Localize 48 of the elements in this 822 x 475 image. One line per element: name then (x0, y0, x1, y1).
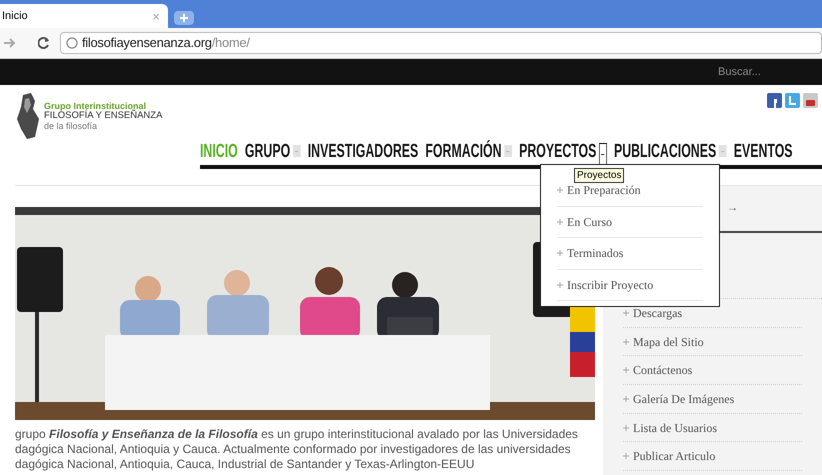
sidebar-link[interactable]: Publicar Articulo (623, 442, 802, 472)
nav-link[interactable]: EVENTOS (734, 142, 793, 160)
address-bar[interactable]: filosofiayensenanza.org/home/ (60, 32, 822, 54)
new-tab-button[interactable] (174, 11, 194, 25)
tooltip: Proyectos (574, 168, 624, 183)
dropdown-toggle-icon[interactable] (599, 143, 607, 165)
nav-link[interactable]: FORMACIÓN (425, 142, 502, 160)
intro-paragraph: grupo Filosofía y Enseñanza de la Filosofía es un grupo interinstitucional avalado por las Universidades dagógica Nacional, Antioquia y Cauca. Actualmente conformado por investigadores de las universidades dagógica Nacional, Antioquia, Cauca, Industrial de Santander y Texas-Arlington-EEUU (15, 427, 579, 472)
nav-link[interactable]: GRUPO (244, 142, 290, 160)
plus-icon (623, 310, 629, 316)
statue-logo-icon (15, 93, 41, 139)
sidebar-link[interactable]: Lista de Usuarios (623, 414, 802, 442)
nav-link[interactable]: INVESTIGADORES (308, 142, 418, 160)
plus-icon (623, 453, 629, 460)
tab-title: Inicio (2, 8, 28, 24)
sidebar-link[interactable]: Mapa del Sitio (623, 328, 802, 356)
plus-icon (623, 338, 629, 345)
dropdown-item[interactable]: Inscribir Proyecto (557, 270, 703, 301)
twitter-icon[interactable] (785, 93, 800, 108)
dropdown-toggle-icon[interactable] (292, 145, 301, 157)
forward-icon[interactable] (4, 38, 16, 48)
dropdown-toggle-icon[interactable] (504, 145, 512, 157)
plus-icon (623, 396, 629, 402)
sidebar-link[interactable]: Galería De Imágenes (623, 385, 802, 414)
logo-tagline: de la filosofía (44, 121, 98, 131)
logo-title: FILOSOFÍA Y ENSEÑANZA (44, 111, 162, 121)
dropdown-item[interactable]: Terminados (557, 238, 703, 270)
logo-subtitle: Grupo Interinstitucional (44, 101, 146, 111)
nav-link[interactable]: PROYECTOS (519, 142, 596, 160)
plus-icon (557, 282, 563, 288)
nav-link[interactable]: PUBLICACIONES (614, 142, 716, 160)
dropdown-toggle-icon[interactable] (718, 145, 727, 157)
youtube-icon[interactable] (803, 93, 818, 108)
arrow-text: → (727, 201, 738, 216)
facebook-icon[interactable] (767, 93, 782, 108)
reload-icon[interactable] (38, 37, 50, 49)
globe-icon (66, 37, 78, 49)
plus-icon (557, 187, 563, 194)
sidebar-link[interactable]: Contáctenos (623, 356, 802, 386)
plus-icon (180, 14, 188, 22)
browser-tab[interactable]: Inicio × (0, 4, 168, 28)
plus-icon (623, 424, 629, 431)
plus-icon (557, 218, 563, 225)
dropdown-item[interactable]: En Curso (557, 206, 703, 238)
url-text: filosofiayensenanza.org/home/ (82, 34, 250, 52)
plus-icon (623, 367, 629, 374)
plus-icon (557, 250, 563, 256)
search-field[interactable]: Buscar... (718, 64, 818, 80)
